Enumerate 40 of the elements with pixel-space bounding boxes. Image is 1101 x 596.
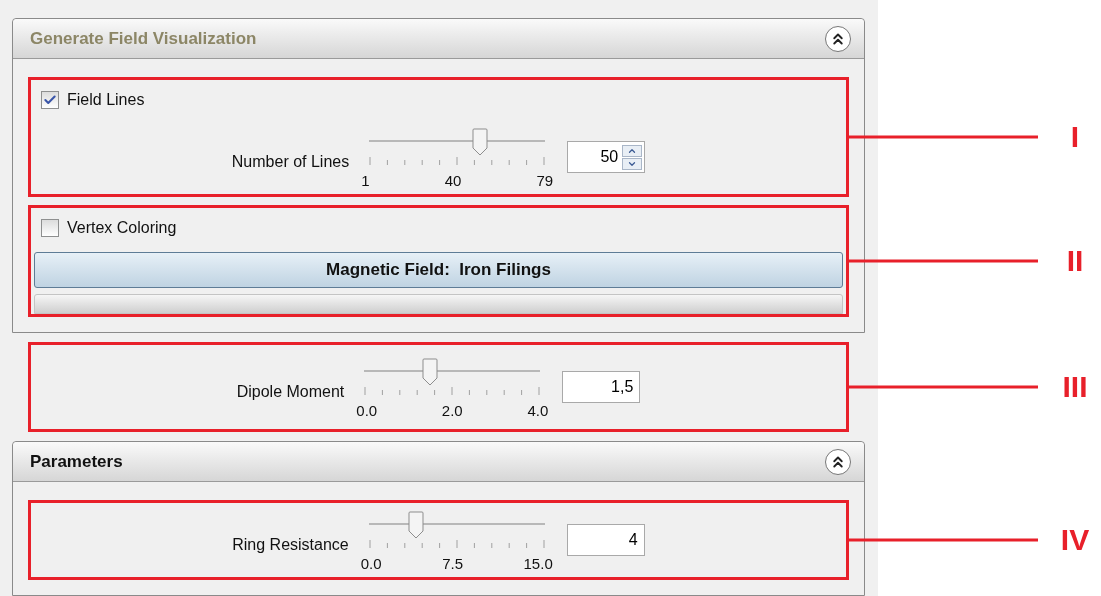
- value-field[interactable]: 1,5: [562, 371, 641, 403]
- value-text: 4: [627, 530, 639, 550]
- checkbox[interactable]: [41, 91, 59, 109]
- check-icon: [43, 93, 57, 107]
- annotation-label: III: [1061, 372, 1089, 402]
- annotation-label: I: [1069, 122, 1081, 152]
- mode-button[interactable]: Magnetic Field: Iron Filings: [34, 252, 843, 288]
- annotation-label: II: [1065, 246, 1085, 276]
- panel-title: Parameters: [30, 450, 123, 473]
- value-text: 50: [599, 147, 620, 167]
- slider-track[interactable]: [368, 509, 545, 540]
- slider-track[interactable]: [369, 126, 546, 157]
- slider-thumb[interactable]: [407, 510, 424, 539]
- slider-thumb[interactable]: [422, 357, 439, 386]
- checkbox[interactable]: [41, 219, 59, 237]
- tick-label: 7.5: [442, 555, 463, 571]
- annotation-label: IV: [1059, 525, 1091, 555]
- slider-label: Dipole Moment: [236, 382, 345, 402]
- checkbox-label: Field Lines: [67, 90, 145, 110]
- collapse-button[interactable]: [825, 448, 851, 475]
- tick-label: 0.0: [356, 402, 378, 418]
- slider-label: Ring Resistance: [232, 535, 349, 555]
- panel-title: Generate Field Visualization: [30, 27, 257, 50]
- tick-label: 1: [361, 172, 370, 188]
- tick-label: 15.0: [523, 555, 553, 571]
- slider-track[interactable]: [364, 356, 541, 387]
- slider-label: Number of Lines: [231, 152, 350, 172]
- tick-label: 4.0: [527, 402, 549, 418]
- value-field[interactable]: 4: [566, 524, 645, 556]
- spin-up-button[interactable]: [622, 144, 643, 157]
- value-text: 1,5: [610, 377, 635, 397]
- tick-label: 2.0: [441, 402, 463, 418]
- value-field[interactable]: 50: [567, 141, 646, 173]
- spin-down-button[interactable]: [622, 157, 643, 170]
- tick-label: 79: [536, 172, 554, 188]
- slider-thumb[interactable]: [471, 127, 488, 156]
- collapse-button[interactable]: [825, 25, 851, 52]
- tick-label: 0.0: [360, 555, 382, 571]
- tick-label: 40: [444, 172, 462, 188]
- checkbox-label: Vertex Coloring: [67, 218, 177, 238]
